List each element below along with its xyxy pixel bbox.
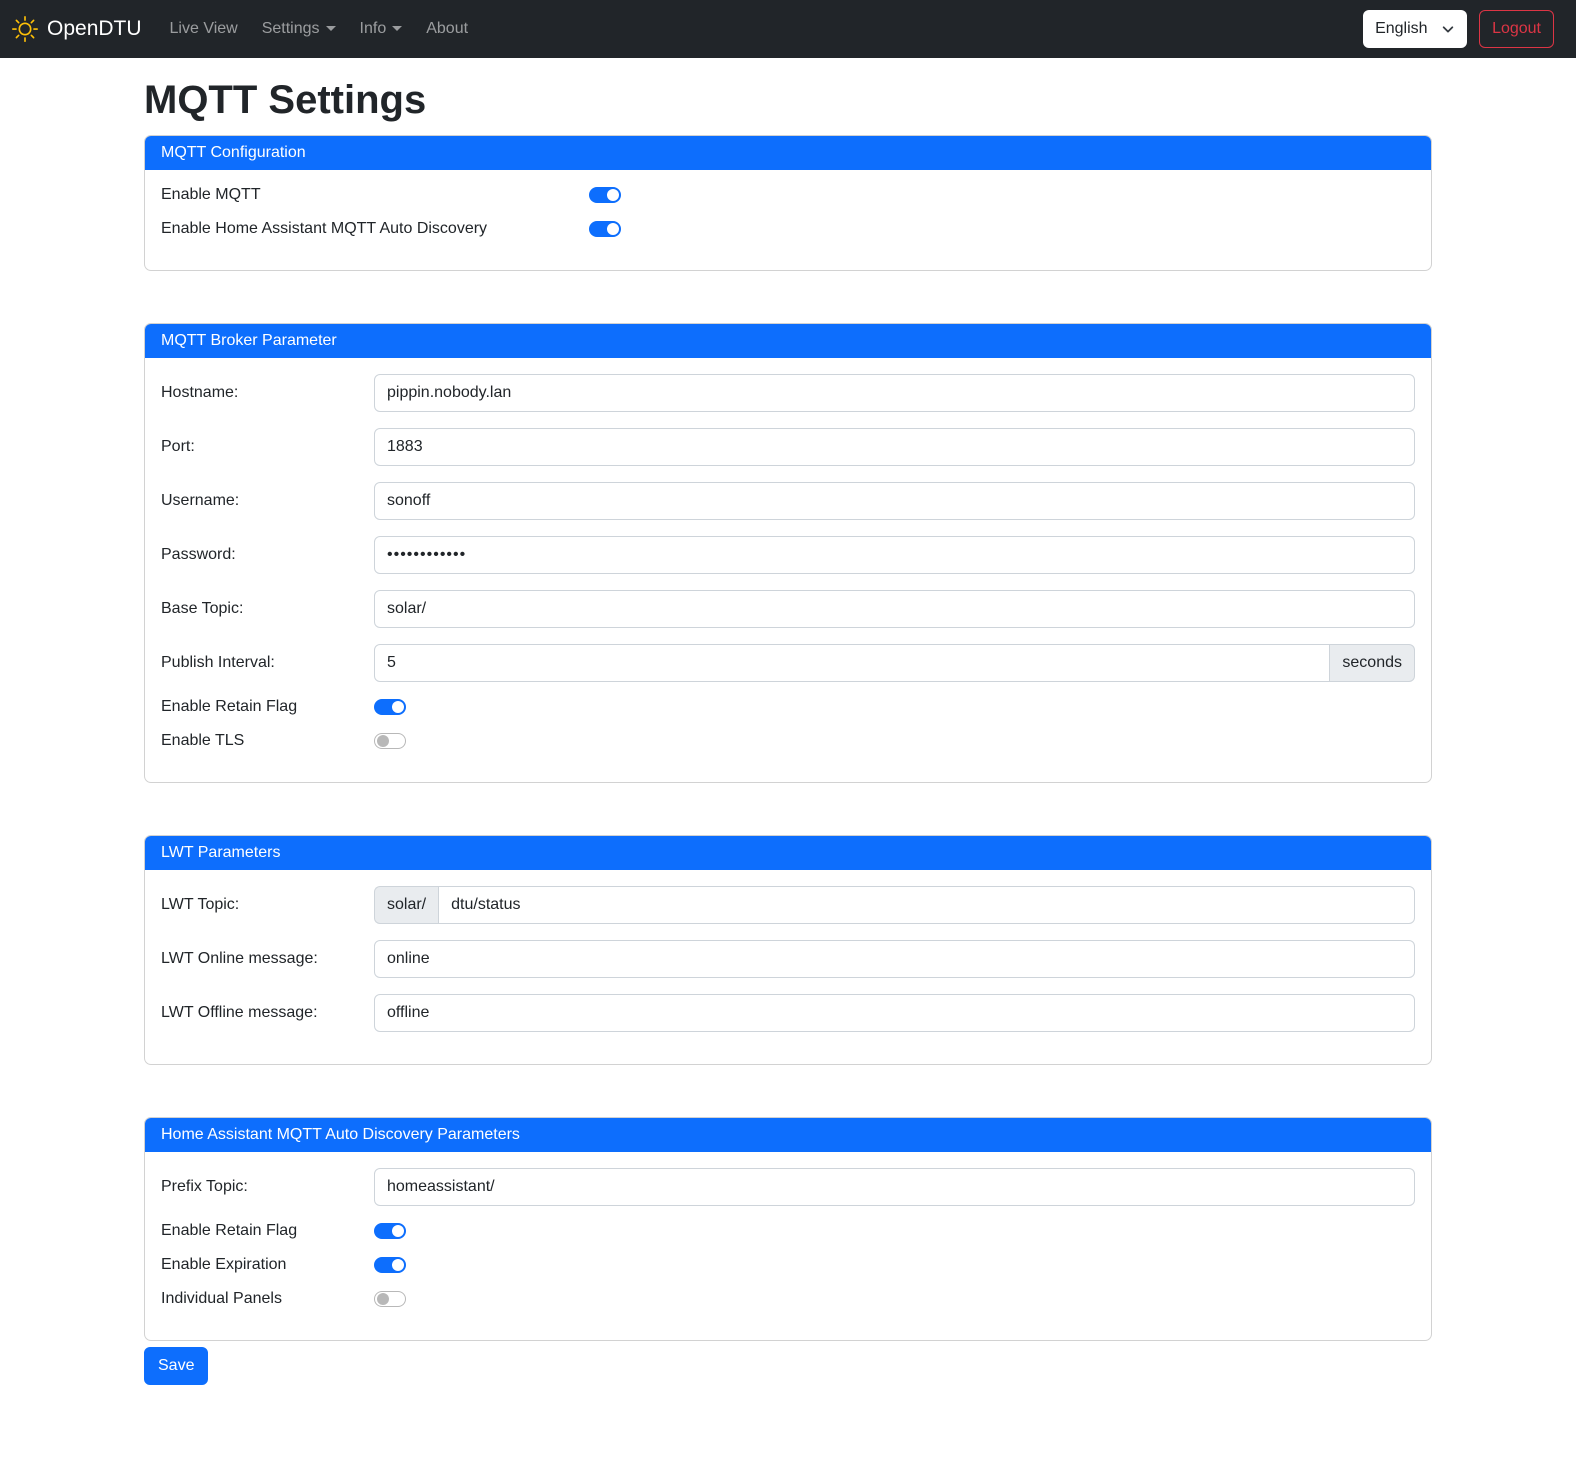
field-label: Base Topic:: [161, 600, 374, 618]
field-label: Enable TLS: [161, 732, 374, 750]
hass-discovery-card: Home Assistant MQTT Auto Discovery Param…: [144, 1117, 1432, 1341]
field-label: Enable Expiration: [161, 1256, 374, 1274]
base-topic-input[interactable]: [374, 590, 1415, 628]
chevron-down-icon: [392, 26, 402, 31]
password-input[interactable]: [374, 536, 1415, 574]
brand-label: OpenDTU: [47, 17, 142, 41]
field-label: Hostname:: [161, 384, 374, 402]
hostname-input[interactable]: [374, 374, 1415, 412]
navbar: OpenDTU Live View Settings Info About En…: [0, 0, 1576, 58]
field-label: LWT Online message:: [161, 950, 374, 968]
nav-item-about[interactable]: About: [418, 12, 476, 46]
username-input[interactable]: [374, 482, 1415, 520]
form-row: Enable Retain Flag: [161, 698, 1415, 716]
field-label: Prefix Topic:: [161, 1178, 374, 1196]
sun-icon: [12, 16, 38, 42]
individual-panels-toggle[interactable]: [374, 1291, 406, 1307]
form-row: Password:: [161, 536, 1415, 574]
form-row: LWT Topic: solar/: [161, 886, 1415, 924]
enable-tls-toggle[interactable]: [374, 733, 406, 749]
enable-hass-discovery-toggle[interactable]: [589, 221, 621, 237]
mqtt-configuration-card: MQTT Configuration Enable MQTT Enable Ho…: [144, 135, 1432, 271]
mqtt-broker-card: MQTT Broker Parameter Hostname: Port: Us…: [144, 323, 1432, 783]
field-label: Publish Interval:: [161, 654, 374, 672]
card-header: Home Assistant MQTT Auto Discovery Param…: [145, 1118, 1431, 1152]
field-label: Enable Retain Flag: [161, 698, 374, 716]
field-label: Enable Retain Flag: [161, 1222, 374, 1240]
chevron-down-icon: [326, 26, 336, 31]
field-label: Password:: [161, 546, 374, 564]
form-row: Individual Panels: [161, 1290, 1415, 1308]
lwt-offline-input[interactable]: [374, 994, 1415, 1032]
card-header: MQTT Broker Parameter: [145, 324, 1431, 358]
card-header: LWT Parameters: [145, 836, 1431, 870]
prefix-topic-input[interactable]: [374, 1168, 1415, 1206]
publish-interval-input[interactable]: [374, 644, 1330, 682]
save-button[interactable]: Save: [144, 1347, 208, 1385]
page-title: MQTT Settings: [144, 78, 1432, 123]
nav-item-live-view[interactable]: Live View: [162, 12, 246, 46]
nav-item-info[interactable]: Info: [352, 12, 411, 46]
form-row: Hostname:: [161, 374, 1415, 412]
lwt-topic-prefix-addon: solar/: [374, 886, 438, 924]
hass-retain-flag-toggle[interactable]: [374, 1223, 406, 1239]
field-label: Enable Home Assistant MQTT Auto Discover…: [161, 220, 589, 238]
form-row: Base Topic:: [161, 590, 1415, 628]
nav-item-settings[interactable]: Settings: [254, 12, 344, 46]
field-label: Username:: [161, 492, 374, 510]
lwt-parameters-card: LWT Parameters LWT Topic: solar/ LWT Onl…: [144, 835, 1432, 1065]
form-row: Enable Expiration: [161, 1256, 1415, 1274]
enable-expiration-toggle[interactable]: [374, 1257, 406, 1273]
seconds-addon: seconds: [1330, 644, 1415, 682]
lwt-topic-input[interactable]: [438, 886, 1415, 924]
lwt-online-input[interactable]: [374, 940, 1415, 978]
form-row: Enable Home Assistant MQTT Auto Discover…: [161, 220, 1415, 238]
form-row: Port:: [161, 428, 1415, 466]
field-label: LWT Topic:: [161, 896, 374, 914]
card-header: MQTT Configuration: [145, 136, 1431, 170]
form-row: Enable MQTT: [161, 186, 1415, 204]
language-select[interactable]: English: [1363, 10, 1467, 48]
form-row: Publish Interval: seconds: [161, 644, 1415, 682]
form-row: LWT Online message:: [161, 940, 1415, 978]
broker-retain-flag-toggle[interactable]: [374, 699, 406, 715]
form-row: Prefix Topic:: [161, 1168, 1415, 1206]
form-row: Enable Retain Flag: [161, 1222, 1415, 1240]
field-label: Enable MQTT: [161, 186, 589, 204]
form-row: LWT Offline message:: [161, 994, 1415, 1032]
logout-button[interactable]: Logout: [1479, 10, 1554, 48]
field-label: LWT Offline message:: [161, 1004, 374, 1022]
enable-mqtt-toggle[interactable]: [589, 187, 621, 203]
nav-links: Live View Settings Info About: [162, 12, 485, 46]
field-label: Individual Panels: [161, 1290, 374, 1308]
language-value: English: [1375, 20, 1427, 38]
form-row: Username:: [161, 482, 1415, 520]
main-content: MQTT Settings MQTT Configuration Enable …: [144, 78, 1432, 1407]
chevron-down-icon: [1441, 22, 1455, 36]
brand-link[interactable]: OpenDTU: [12, 16, 142, 42]
form-row: Enable TLS: [161, 732, 1415, 750]
port-input[interactable]: [374, 428, 1415, 466]
field-label: Port:: [161, 438, 374, 456]
